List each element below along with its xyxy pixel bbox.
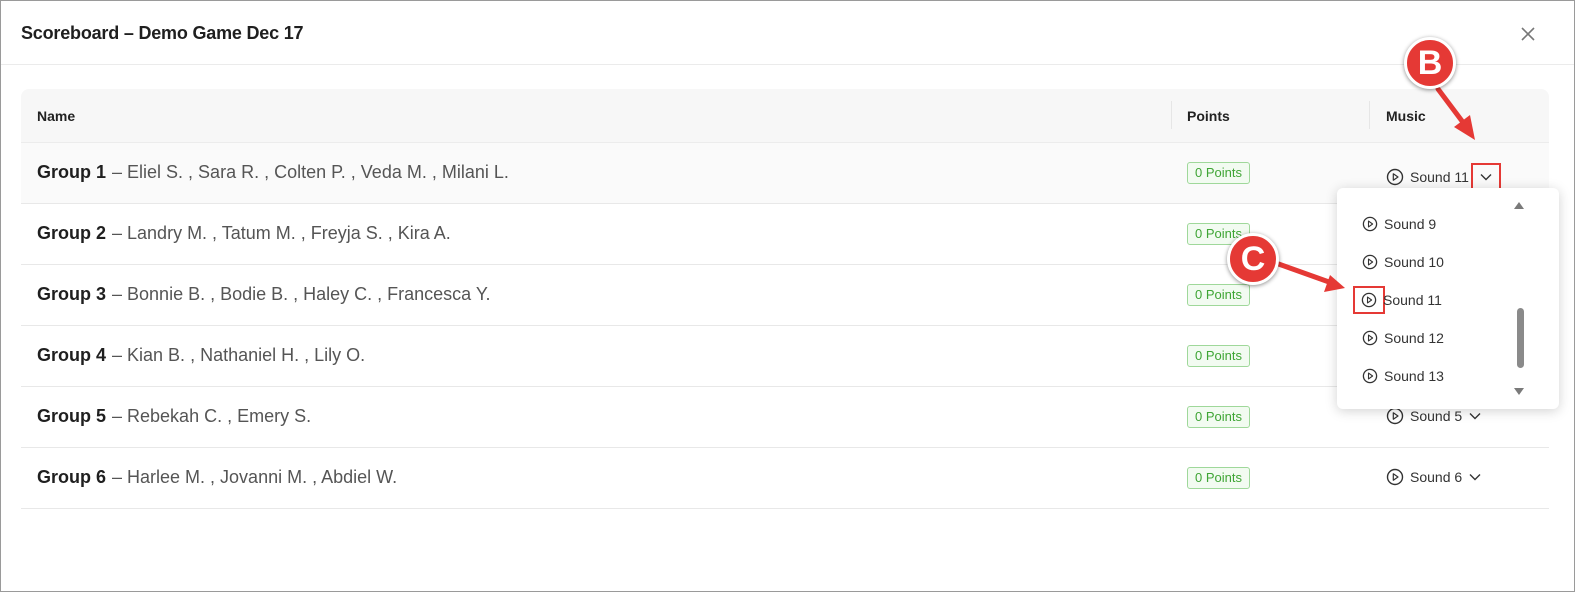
play-preview-button[interactable] xyxy=(1353,286,1385,314)
group-label: Group 6 xyxy=(37,467,107,487)
dropdown-option-sound-11[interactable]: Sound 11 xyxy=(1353,286,1442,314)
play-circle-icon[interactable] xyxy=(1362,368,1378,384)
dropdown-option-label: Sound 9 xyxy=(1384,216,1437,232)
group-name-cell: Group 2– Landry M. , Tatum M. , Freyja S… xyxy=(37,223,451,244)
column-header-points: Points xyxy=(1187,108,1230,124)
group-members: – Harlee M. , Jovanni M. , Abdiel W. xyxy=(112,467,398,487)
music-selected-value: Sound 11 xyxy=(1410,169,1469,185)
play-circle-icon[interactable] xyxy=(1386,168,1404,186)
play-circle-icon[interactable] xyxy=(1386,468,1404,486)
table-row: Group 6– Harlee M. , Jovanni M. , Abdiel… xyxy=(21,448,1549,509)
callout-b: B xyxy=(1404,37,1456,89)
scoreboard-dialog: Scoreboard – Demo Game Dec 17 Name Point… xyxy=(0,0,1575,592)
play-circle-icon[interactable] xyxy=(1386,407,1404,425)
dropdown-scrollbar-thumb[interactable] xyxy=(1517,308,1524,368)
scroll-down-arrow-icon[interactable] xyxy=(1514,388,1524,395)
close-button[interactable] xyxy=(1517,23,1539,45)
chevron-down-icon xyxy=(1480,174,1492,181)
music-dropdown-toggle[interactable] xyxy=(1470,163,1501,191)
dialog-title: Scoreboard – Demo Game Dec 17 xyxy=(21,23,304,43)
points-badge: 0 Points xyxy=(1187,406,1250,428)
music-select[interactable]: Sound 6 xyxy=(1386,468,1482,486)
chevron-down-icon[interactable] xyxy=(1468,409,1482,423)
group-label: Group 5 xyxy=(37,406,107,426)
group-label: Group 1 xyxy=(37,162,107,182)
table-row: Group 2– Landry M. , Tatum M. , Freyja S… xyxy=(21,204,1549,265)
group-members: – Rebekah C. , Emery S. xyxy=(112,406,312,426)
group-members: – Bonnie B. , Bodie B. , Haley C. , Fran… xyxy=(112,284,491,304)
music-dropdown-menu: Sound 9 Sound 10 Sound 11 Sound 12 Sound… xyxy=(1337,188,1559,409)
dropdown-option-sound-10[interactable]: Sound 10 xyxy=(1362,254,1444,270)
group-name-cell: Group 4– Kian B. , Nathaniel H. , Lily O… xyxy=(37,345,365,366)
scoreboard-table: Name Points Music Group 1– Eliel S. , Sa… xyxy=(21,89,1549,509)
dropdown-option-sound-9[interactable]: Sound 9 xyxy=(1362,216,1436,232)
group-members: – Landry M. , Tatum M. , Freyja S. , Kir… xyxy=(112,223,451,243)
column-divider xyxy=(1369,101,1370,129)
group-label: Group 2 xyxy=(37,223,107,243)
group-name-cell: Group 6– Harlee M. , Jovanni M. , Abdiel… xyxy=(37,467,397,488)
group-members: – Kian B. , Nathaniel H. , Lily O. xyxy=(112,345,366,365)
group-name-cell: Group 5– Rebekah C. , Emery S. xyxy=(37,406,311,427)
points-badge: 0 Points xyxy=(1187,345,1250,367)
play-circle-icon[interactable] xyxy=(1362,216,1378,232)
group-name-cell: Group 3– Bonnie B. , Bodie B. , Haley C.… xyxy=(37,284,491,305)
table-row: Group 4– Kian B. , Nathaniel H. , Lily O… xyxy=(21,326,1549,387)
points-badge: 0 Points xyxy=(1187,284,1250,306)
close-icon xyxy=(1521,27,1535,41)
table-header: Name Points Music xyxy=(21,89,1549,143)
music-selected-value: Sound 6 xyxy=(1410,469,1463,485)
column-divider xyxy=(1171,101,1172,129)
scroll-up-arrow-icon[interactable] xyxy=(1514,202,1524,209)
dropdown-option-sound-12[interactable]: Sound 12 xyxy=(1362,330,1444,346)
callout-c: C xyxy=(1227,233,1279,285)
play-circle-icon[interactable] xyxy=(1362,330,1378,346)
column-header-name: Name xyxy=(37,108,76,124)
dropdown-option-label: Sound 12 xyxy=(1384,330,1444,346)
group-label: Group 4 xyxy=(37,345,107,365)
play-circle-icon[interactable] xyxy=(1362,254,1378,270)
points-badge: 0 Points xyxy=(1187,467,1250,489)
dropdown-option-label: Sound 10 xyxy=(1384,254,1444,270)
music-select[interactable]: Sound 5 xyxy=(1386,407,1482,425)
dropdown-option-label: Sound 13 xyxy=(1384,368,1444,384)
play-circle-icon xyxy=(1361,292,1377,308)
dropdown-option-sound-13[interactable]: Sound 13 xyxy=(1362,368,1444,384)
table-row: Group 5– Rebekah C. , Emery S. 0 Points … xyxy=(21,387,1549,448)
table-row: Group 3– Bonnie B. , Bodie B. , Haley C.… xyxy=(21,265,1549,326)
group-name-cell: Group 1– Eliel S. , Sara R. , Colten P. … xyxy=(37,162,509,183)
music-selected-value: Sound 5 xyxy=(1410,408,1463,424)
table-row: Group 1– Eliel S. , Sara R. , Colten P. … xyxy=(21,143,1549,204)
dropdown-option-label: Sound 11 xyxy=(1383,292,1442,308)
group-members: – Eliel S. , Sara R. , Colten P. , Veda … xyxy=(112,162,509,182)
points-badge: 0 Points xyxy=(1187,162,1250,184)
music-select[interactable]: Sound 11 xyxy=(1386,163,1501,191)
group-label: Group 3 xyxy=(37,284,107,304)
column-header-music: Music xyxy=(1386,108,1426,124)
dialog-header: Scoreboard – Demo Game Dec 17 xyxy=(1,1,1574,65)
chevron-down-icon[interactable] xyxy=(1468,470,1482,484)
